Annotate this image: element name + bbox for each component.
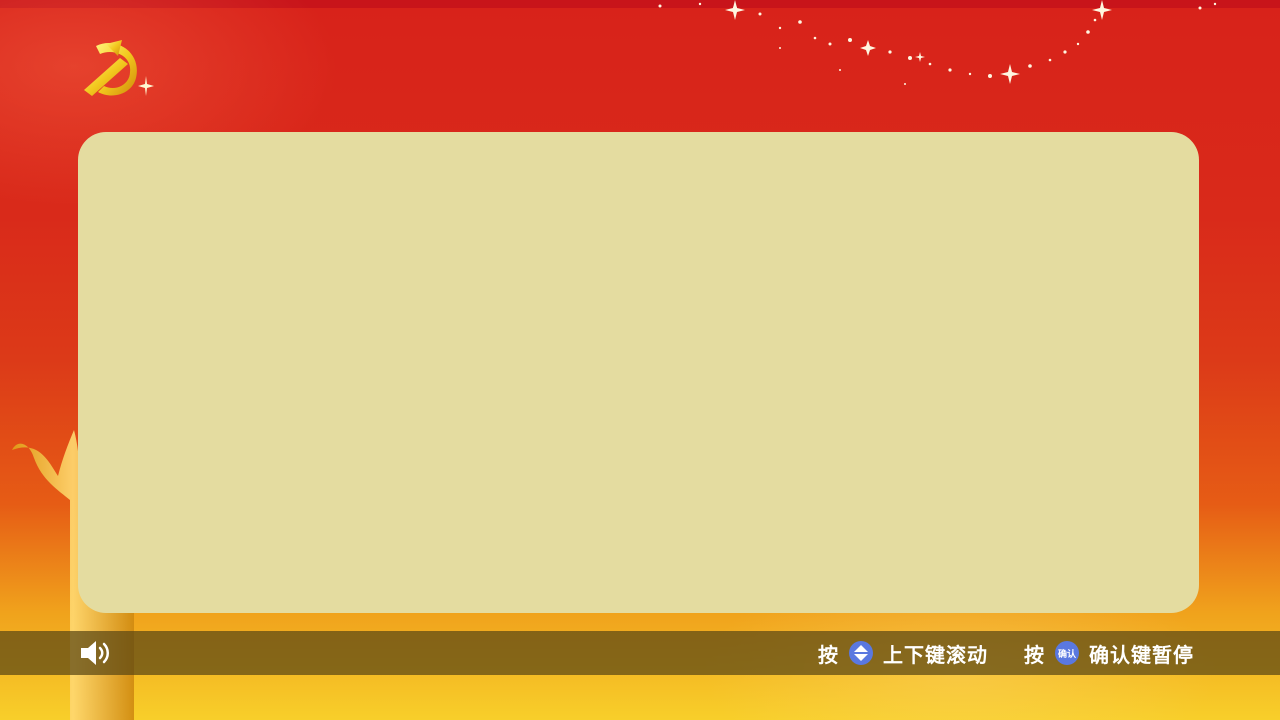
bottom-hint-bar: 按 上下键滚动 按 确认 确认键暂停 [0, 631, 1280, 675]
pause-hint-prefix: 按 [1024, 642, 1045, 667]
content-panel[interactable] [78, 132, 1199, 613]
scroll-hint-prefix: 按 [818, 642, 839, 667]
pause-hint: 按 确认 确认键暂停 [1024, 631, 1194, 675]
speaker-icon[interactable] [78, 639, 112, 667]
ok-key-icon: 确认 [1055, 641, 1079, 665]
sparkles-decoration [658, 0, 1217, 85]
scroll-hint: 按 上下键滚动 [818, 631, 988, 675]
party-emblem-icon [84, 40, 154, 96]
screen: 按 上下键滚动 按 确认 确认键暂停 [0, 0, 1280, 720]
pause-hint-text: 确认键暂停 [1089, 642, 1194, 667]
scroll-hint-text: 上下键滚动 [883, 642, 988, 667]
up-down-arrows-icon [849, 641, 873, 665]
ok-key-label: 确认 [1057, 649, 1076, 660]
